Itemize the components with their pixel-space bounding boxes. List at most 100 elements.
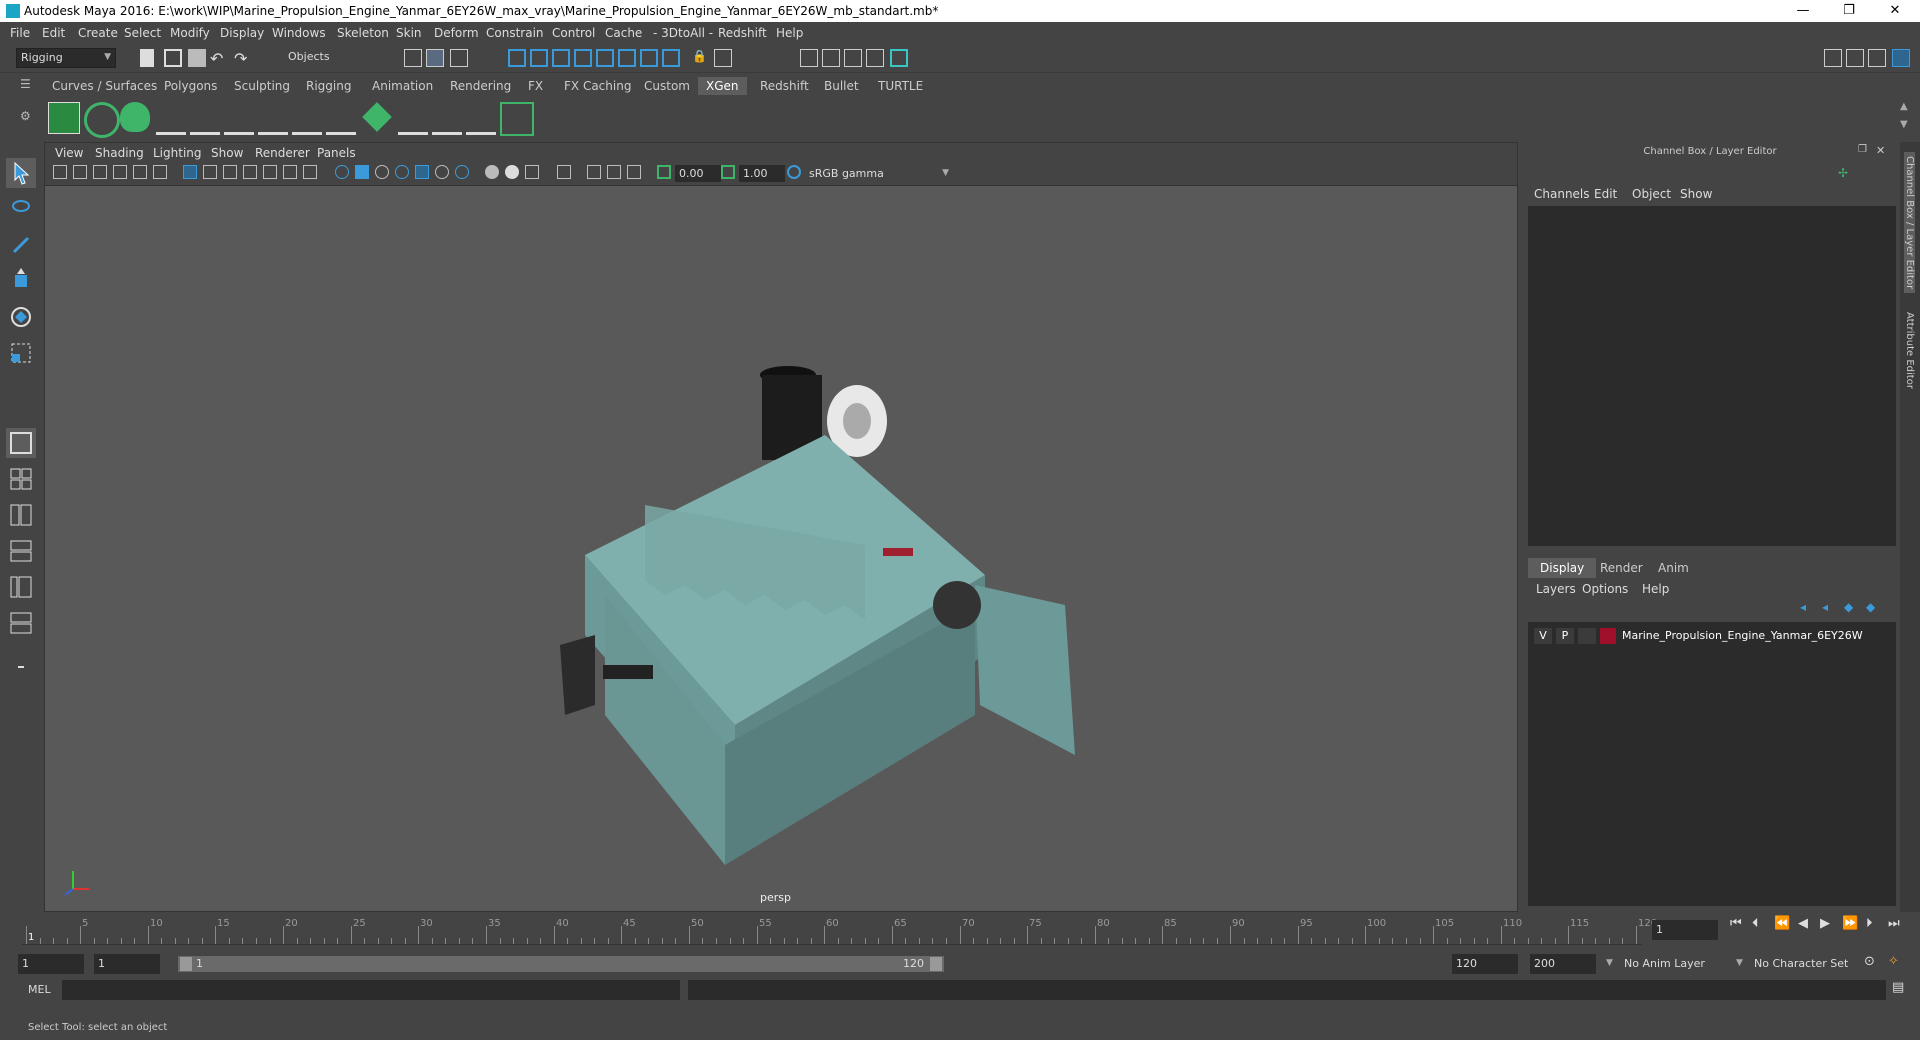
shelf-scroll-up-icon[interactable]: ▲ bbox=[1900, 101, 1918, 119]
close-button[interactable]: ✕ bbox=[1880, 2, 1910, 20]
wireframe-on-shaded-icon[interactable] bbox=[395, 165, 409, 179]
menu-windows[interactable]: Windows bbox=[272, 26, 326, 40]
menu-help[interactable]: Help bbox=[776, 26, 803, 40]
xgen-groom-icon[interactable] bbox=[362, 102, 392, 132]
channel-box-menu-channels[interactable]: Channels bbox=[1534, 187, 1590, 201]
menu-select[interactable]: Select bbox=[124, 26, 161, 40]
step-forward-frame-icon[interactable]: ⏵ bbox=[1866, 916, 1873, 931]
auto-key-icon[interactable]: ⊙ bbox=[1864, 954, 1875, 969]
image-plane-icon[interactable] bbox=[113, 165, 127, 179]
menu-3dtoall[interactable]: - 3DtoAll - bbox=[653, 26, 713, 40]
tab-fx[interactable]: FX bbox=[520, 77, 551, 95]
lock-icon[interactable]: 🔒 bbox=[692, 49, 710, 67]
layer-type-toggle[interactable] bbox=[1578, 628, 1596, 644]
xgen-editor-icon[interactable] bbox=[48, 102, 80, 134]
exposure-field[interactable]: 0.00 bbox=[675, 165, 721, 182]
tab-animation[interactable]: Animation bbox=[364, 77, 441, 95]
xgen-guide-length-icon[interactable] bbox=[326, 102, 356, 135]
selection-mode-dropdown[interactable]: Objects bbox=[284, 48, 380, 68]
side-tab-attribute-editor[interactable]: Attribute Editor bbox=[1904, 312, 1915, 389]
menu-redshift[interactable]: Redshift bbox=[718, 26, 767, 40]
layer-menu-help[interactable]: Help bbox=[1642, 582, 1669, 596]
channel-box-menu-object[interactable]: Object bbox=[1632, 187, 1671, 201]
snap-view-icon[interactable] bbox=[574, 49, 592, 67]
tab-anim[interactable]: Anim bbox=[1646, 558, 1701, 578]
color-management-icon[interactable] bbox=[787, 165, 801, 179]
snap-live-icon[interactable] bbox=[640, 49, 658, 67]
paint-select-tool-button[interactable] bbox=[6, 230, 36, 260]
snap-curve-icon[interactable] bbox=[530, 49, 548, 67]
command-language-label[interactable]: MEL bbox=[28, 983, 51, 996]
render-settings-icon[interactable] bbox=[866, 49, 884, 67]
resolution-gate-icon[interactable] bbox=[223, 165, 237, 179]
shadows-icon[interactable] bbox=[455, 165, 469, 179]
xgen-export-icon[interactable] bbox=[500, 102, 534, 136]
safe-title-icon[interactable] bbox=[303, 165, 317, 179]
persp-outliner-layout-button[interactable] bbox=[6, 500, 36, 530]
viewport-menu-view[interactable]: View bbox=[55, 146, 83, 160]
input-output-icon[interactable] bbox=[714, 49, 732, 67]
anim-layer-dropdown[interactable]: No Anim Layer bbox=[1620, 954, 1740, 974]
rotate-tool-button[interactable] bbox=[6, 302, 36, 332]
viewport-menu-shading[interactable]: Shading bbox=[95, 146, 144, 160]
play-backwards-icon[interactable]: ◀ bbox=[1798, 916, 1808, 931]
move-tool-button[interactable] bbox=[6, 266, 36, 296]
wireframe-icon[interactable] bbox=[335, 165, 349, 179]
move-layer-up-icon[interactable]: ◂ bbox=[1800, 600, 1818, 618]
new-empty-layer-icon[interactable]: ◆ bbox=[1844, 600, 1862, 618]
step-forward-key-icon[interactable]: ⏩ bbox=[1842, 916, 1858, 931]
tab-display[interactable]: Display bbox=[1528, 558, 1597, 578]
xgen-preview-icon[interactable] bbox=[84, 102, 120, 138]
shelf-menu-icon[interactable]: ☰ bbox=[20, 77, 38, 95]
viewport-menu-show[interactable]: Show bbox=[211, 146, 243, 160]
menu-cache[interactable]: Cache bbox=[605, 26, 642, 40]
tab-turtle[interactable]: TURTLE bbox=[870, 77, 931, 95]
shelf-scroll-down-icon[interactable]: ▼ bbox=[1900, 119, 1918, 137]
channel-box-toggle-icon[interactable] bbox=[1892, 49, 1910, 67]
menu-constrain[interactable]: Constrain bbox=[486, 26, 544, 40]
range-end-handle[interactable] bbox=[930, 957, 942, 971]
gate-mask-icon[interactable] bbox=[243, 165, 257, 179]
tab-rendering[interactable]: Rendering bbox=[442, 77, 519, 95]
render-view-icon[interactable] bbox=[800, 49, 818, 67]
tab-sculpting[interactable]: Sculpting bbox=[226, 77, 298, 95]
select-by-object-icon[interactable] bbox=[426, 49, 444, 67]
layer-name[interactable]: Marine_Propulsion_Engine_Yanmar_6EY26W bbox=[1622, 629, 1863, 642]
layer-playback-toggle[interactable]: P bbox=[1556, 628, 1574, 644]
tab-rigging[interactable]: Rigging bbox=[298, 77, 359, 95]
tool-settings-toggle-icon[interactable] bbox=[1868, 49, 1886, 67]
select-camera-icon[interactable] bbox=[53, 165, 67, 179]
render-current-icon[interactable] bbox=[822, 49, 840, 67]
smooth-shade-icon[interactable] bbox=[355, 165, 369, 179]
snap-surface-icon[interactable] bbox=[596, 49, 614, 67]
step-back-key-icon[interactable]: ⏪ bbox=[1774, 916, 1790, 931]
viewport-menu-panels[interactable]: Panels bbox=[317, 146, 356, 160]
xgen-cut-icon[interactable] bbox=[466, 102, 496, 135]
lasso-tool-button[interactable] bbox=[6, 194, 36, 224]
new-scene-icon[interactable] bbox=[140, 49, 154, 67]
menu-deform[interactable]: Deform bbox=[434, 26, 479, 40]
shelf-options-icon[interactable]: ⚙ bbox=[20, 109, 38, 127]
viewport-menu-lighting[interactable]: Lighting bbox=[153, 146, 202, 160]
select-tool-button[interactable] bbox=[6, 158, 36, 188]
snap-point-icon[interactable] bbox=[552, 49, 570, 67]
channel-box-menu-show[interactable]: Show bbox=[1680, 187, 1712, 201]
motion-blur-icon[interactable] bbox=[505, 165, 519, 179]
textured-icon[interactable] bbox=[415, 165, 429, 179]
persp-graph-layout-button[interactable] bbox=[6, 536, 36, 566]
2d-pan-zoom-icon[interactable] bbox=[133, 165, 147, 179]
grease-pencil-icon[interactable] bbox=[153, 165, 167, 179]
snap-grid-icon[interactable] bbox=[508, 49, 526, 67]
snap-vertex-icon[interactable] bbox=[618, 49, 636, 67]
bookmark-icon[interactable] bbox=[93, 165, 107, 179]
current-frame-field[interactable]: 1 bbox=[1652, 920, 1718, 940]
layer-menu-layers[interactable]: Layers bbox=[1536, 582, 1576, 596]
menu-modify[interactable]: Modify bbox=[170, 26, 210, 40]
undo-icon[interactable]: ↶ bbox=[210, 49, 228, 68]
step-back-frame-icon[interactable]: ⏴ bbox=[1752, 916, 1759, 931]
screen-space-ao-icon[interactable] bbox=[485, 165, 499, 179]
grid-icon[interactable] bbox=[183, 165, 197, 179]
tab-redshift[interactable]: Redshift bbox=[752, 77, 817, 95]
command-input[interactable] bbox=[62, 980, 680, 1000]
engine-model-render[interactable] bbox=[45, 185, 1517, 911]
